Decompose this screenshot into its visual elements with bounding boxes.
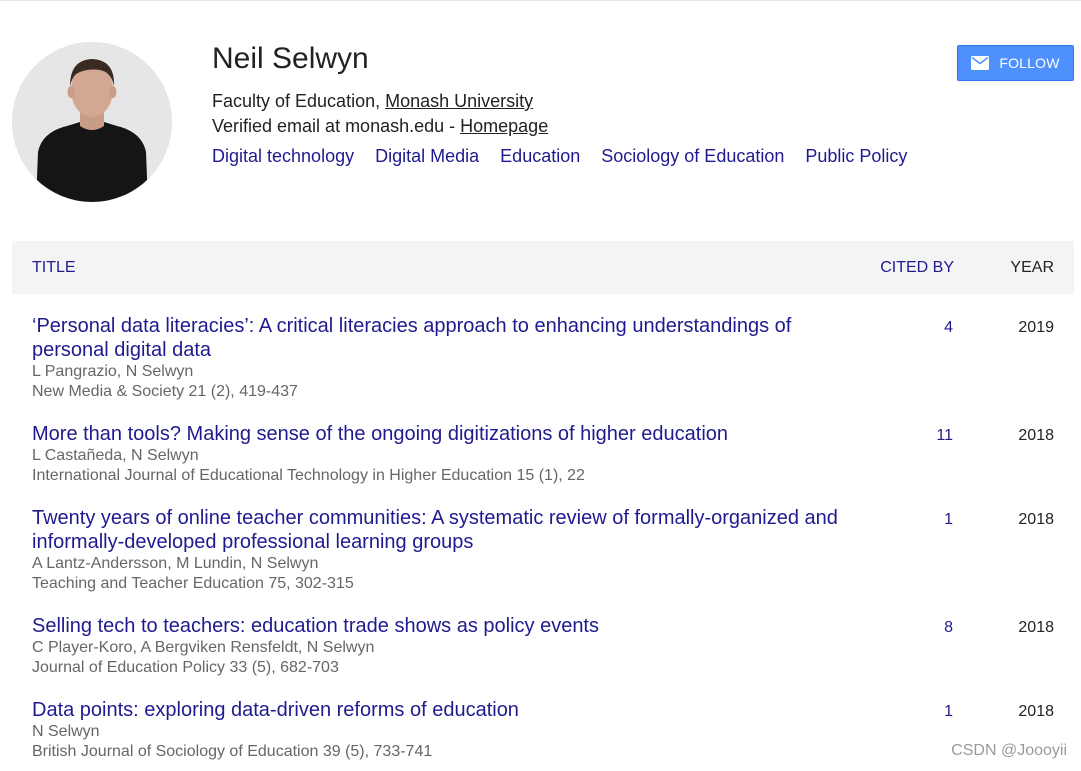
publication-year: 2018 <box>1018 703 1054 720</box>
cited-by-count-link[interactable]: 1 <box>944 510 953 530</box>
column-header-title[interactable]: TITLE <box>32 259 76 277</box>
publication-venue: Journal of Education Policy 33 (5), 682-… <box>32 659 339 676</box>
publication-year: 2019 <box>1018 319 1054 336</box>
interest-link-sociology-of-education[interactable]: Sociology of Education <box>601 146 784 166</box>
publication-row: Data points: exploring data-driven refor… <box>12 698 1074 764</box>
publication-title-link[interactable]: Data points: exploring data-driven refor… <box>32 698 852 722</box>
top-border <box>0 0 1081 1</box>
publication-authors: A Lantz-Andersson, M Lundin, N Selwyn <box>32 555 319 572</box>
profile-name: Neil Selwyn <box>212 42 369 75</box>
publication-venue: Teaching and Teacher Education 75, 302-3… <box>32 575 354 592</box>
cited-by-count-link[interactable]: 4 <box>944 318 953 338</box>
column-header-cited-by[interactable]: CITED BY <box>880 259 954 277</box>
publication-row: Twenty years of online teacher communiti… <box>12 506 1074 596</box>
profile-affiliation: Faculty of Education, Monash University <box>212 89 533 113</box>
publications-table-header: TITLE CITED BY YEAR <box>12 241 1074 294</box>
publication-title-link[interactable]: More than tools? Making sense of the ong… <box>32 422 852 446</box>
person-photo-icon <box>12 42 172 202</box>
publication-venue: British Journal of Sociology of Educatio… <box>32 743 433 760</box>
publication-title-link[interactable]: Selling tech to teachers: education trad… <box>32 614 852 638</box>
publication-venue: International Journal of Educational Tec… <box>32 467 585 484</box>
follow-label: FOLLOW <box>999 55 1060 71</box>
interest-link-education[interactable]: Education <box>500 146 580 166</box>
publication-authors: L Castañeda, N Selwyn <box>32 447 199 464</box>
research-interests: Digital technology Digital Media Educati… <box>212 144 923 168</box>
profile-avatar[interactable] <box>12 42 172 202</box>
publication-authors: L Pangrazio, N Selwyn <box>32 363 194 380</box>
verified-email-text: Verified email at monash.edu - <box>212 116 461 136</box>
publication-row: ‘Personal data literacies’: A critical l… <box>12 314 1074 404</box>
publication-authors: C Player-Koro, A Bergviken Rensfeldt, N … <box>32 639 375 656</box>
envelope-icon <box>971 56 990 70</box>
watermark: CSDN @Joooyii <box>951 742 1067 759</box>
profile-email: Verified email at monash.edu - Homepage <box>212 114 548 138</box>
publication-year: 2018 <box>1018 427 1054 444</box>
interest-link-public-policy[interactable]: Public Policy <box>805 146 907 166</box>
publication-row: Selling tech to teachers: education trad… <box>12 614 1074 680</box>
publication-venue: New Media & Society 21 (2), 419-437 <box>32 383 298 400</box>
affiliation-text: Faculty of Education, <box>212 91 386 111</box>
column-header-year[interactable]: YEAR <box>1010 259 1054 277</box>
cited-by-count-link[interactable]: 1 <box>944 702 953 722</box>
publication-row: More than tools? Making sense of the ong… <box>12 422 1074 488</box>
interest-link-digital-media[interactable]: Digital Media <box>375 146 479 166</box>
publication-authors: N Selwyn <box>32 723 100 740</box>
interest-link-digital-technology[interactable]: Digital technology <box>212 146 354 166</box>
publication-title-link[interactable]: Twenty years of online teacher communiti… <box>32 506 852 554</box>
cited-by-count-link[interactable]: 11 <box>936 426 953 446</box>
affiliation-link[interactable]: Monash University <box>385 91 533 111</box>
publication-year: 2018 <box>1018 511 1054 528</box>
cited-by-count-link[interactable]: 8 <box>944 618 953 638</box>
homepage-link[interactable]: Homepage <box>460 116 548 136</box>
publication-title-link[interactable]: ‘Personal data literacies’: A critical l… <box>32 314 852 362</box>
follow-button[interactable]: FOLLOW <box>957 45 1074 81</box>
publication-year: 2018 <box>1018 619 1054 636</box>
